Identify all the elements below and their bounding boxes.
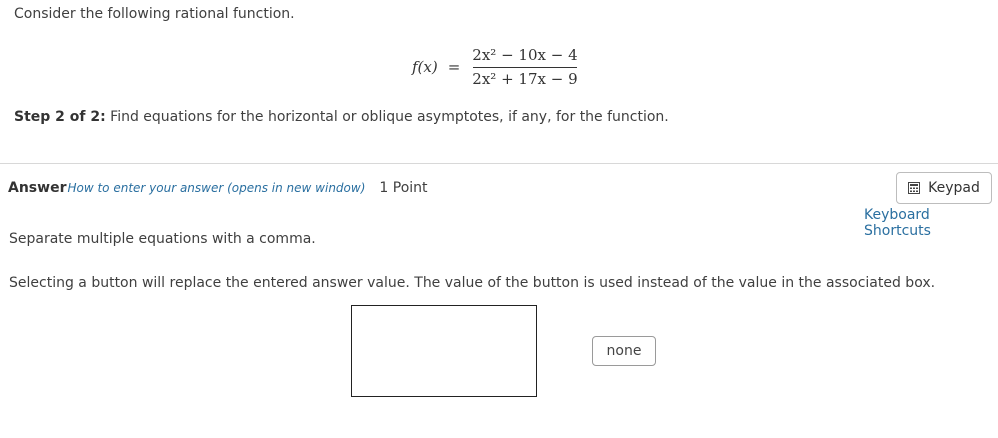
rational-function-formula: f(x) = 2x² − 10x − 4 2x² + 17x − 9 (412, 42, 580, 92)
equals-sign: = (447, 58, 461, 76)
denominator: 2x² + 17x − 9 (472, 70, 578, 88)
how-to-enter-answer-link[interactable]: How to enter your answer (opens in new w… (67, 181, 365, 195)
keypad-button[interactable]: Keypad (896, 172, 992, 204)
none-button[interactable]: none (592, 336, 656, 366)
numerator: 2x² − 10x − 4 (472, 46, 578, 64)
step-label: Step 2 of 2: (14, 109, 106, 125)
fraction: 2x² − 10x − 4 2x² + 17x − 9 (470, 46, 579, 88)
answer-input-box[interactable] (351, 305, 537, 397)
keyboard-shortcuts-link[interactable]: Keyboard Shortcuts (864, 207, 998, 239)
keypad-label: Keypad (928, 180, 980, 196)
points-label: 1 Point (379, 180, 428, 196)
section-divider (0, 163, 998, 164)
step-instruction: Step 2 of 2: Find equations for the hori… (14, 109, 669, 125)
step-text: Find equations for the horizontal or obl… (105, 109, 669, 125)
selecting-button-hint: Selecting a button will replace the ente… (9, 275, 936, 291)
answer-label: Answer (8, 180, 67, 196)
function-name: f(x) (412, 58, 438, 76)
keypad-icon (908, 182, 921, 194)
question-intro: Consider the following rational function… (14, 6, 295, 22)
answer-header: Answer How to enter your answer (opens i… (8, 180, 428, 196)
separate-equations-hint: Separate multiple equations with a comma… (9, 231, 316, 247)
